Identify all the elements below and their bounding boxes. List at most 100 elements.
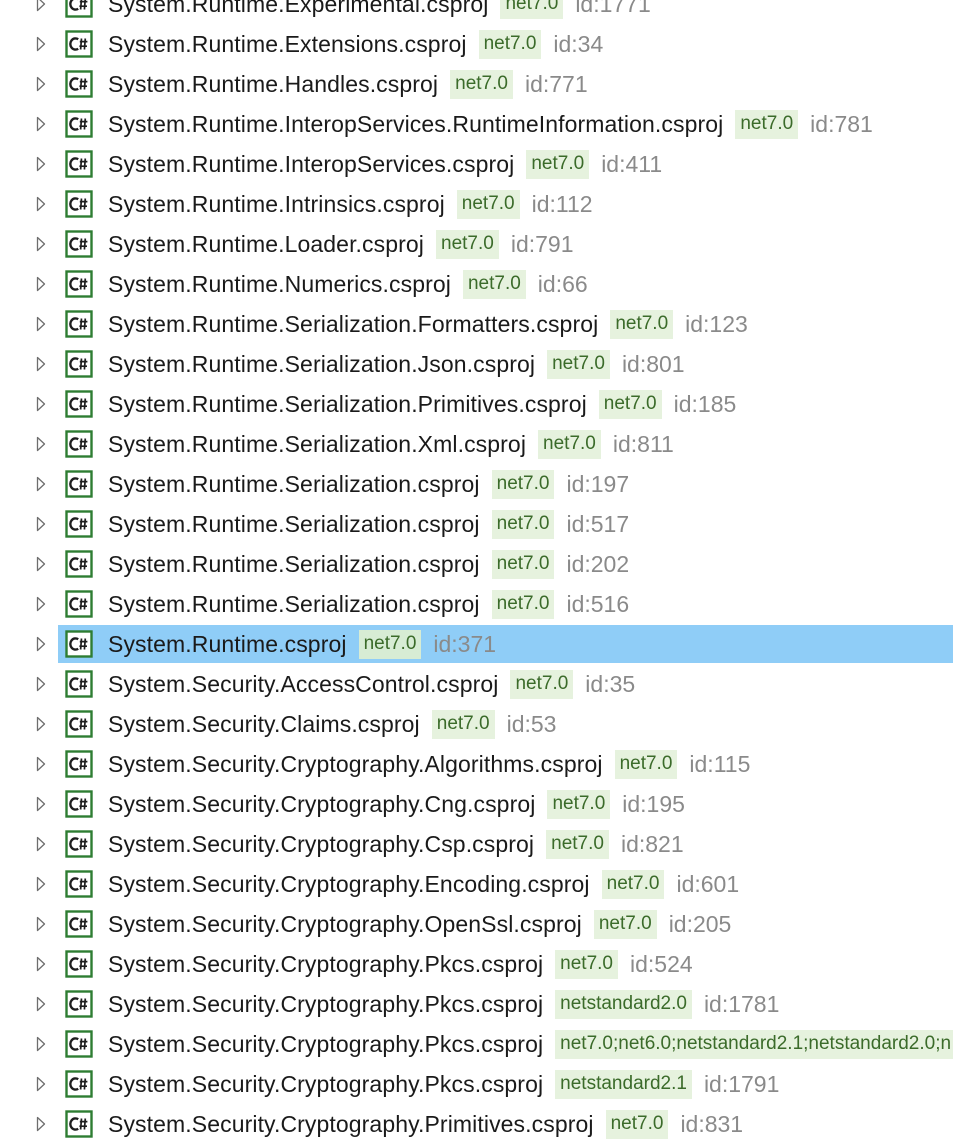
expand-arrow-icon[interactable]: [36, 1036, 46, 1052]
expand-arrow-icon[interactable]: [36, 1076, 46, 1092]
row-content: System.Runtime.Serialization.Formatters.…: [108, 304, 748, 344]
tree-row[interactable]: System.Runtime.Serialization.Xml.csproj …: [0, 424, 953, 464]
csharp-project-icon: [65, 310, 93, 338]
row-content: System.Runtime.Intrinsics.csproj net7.0 …: [108, 184, 593, 224]
project-id: id:123: [685, 310, 748, 337]
expand-arrow-icon[interactable]: [36, 196, 46, 212]
tree-row[interactable]: System.Runtime.Experimental.csproj net7.…: [0, 0, 953, 24]
project-id: id:791: [510, 230, 574, 257]
expand-arrow-icon[interactable]: [36, 276, 46, 292]
expand-arrow-icon[interactable]: [36, 116, 46, 132]
tree-row[interactable]: System.Runtime.Serialization.Primitives.…: [0, 384, 953, 424]
project-name: System.Runtime.Handles.csproj: [108, 70, 439, 97]
row-content: System.Security.Cryptography.Pkcs.csproj…: [108, 1024, 953, 1064]
csharp-project-icon: [65, 70, 93, 98]
expand-arrow-icon[interactable]: [36, 516, 46, 532]
expand-arrow-icon[interactable]: [36, 676, 46, 692]
expand-arrow-icon[interactable]: [36, 756, 46, 772]
row-content: System.Runtime.Loader.csproj net7.0 id:7…: [108, 224, 574, 264]
tree-row[interactable]: System.Security.Cryptography.Csp.csproj …: [0, 824, 953, 864]
expand-arrow-icon[interactable]: [36, 796, 46, 812]
tree-row[interactable]: System.Runtime.Serialization.Formatters.…: [0, 304, 953, 344]
csharp-project-icon: [65, 230, 93, 258]
tree-row[interactable]: System.Runtime.Extensions.csproj net7.0 …: [0, 24, 953, 64]
csharp-project-icon: [65, 590, 93, 618]
expand-arrow-icon[interactable]: [36, 916, 46, 932]
tree-row[interactable]: System.Runtime.Serialization.Json.csproj…: [0, 344, 953, 384]
csharp-project-icon: [65, 1070, 93, 1098]
tree-row[interactable]: System.Runtime.Intrinsics.csproj net7.0 …: [0, 184, 953, 224]
framework-tag: net7.0;net6.0;netstandard2.1;netstandard…: [555, 1029, 953, 1059]
tree-row[interactable]: System.Security.Cryptography.Pkcs.csproj…: [0, 1064, 953, 1104]
expand-arrow-icon[interactable]: [36, 876, 46, 892]
expand-arrow-icon[interactable]: [36, 1116, 46, 1132]
tree-row[interactable]: System.Security.Cryptography.Algorithms.…: [0, 744, 953, 784]
expand-arrow-icon[interactable]: [36, 396, 46, 412]
framework-tag: net7.0: [436, 229, 499, 259]
csharp-project-icon: [65, 830, 93, 858]
expand-arrow-icon[interactable]: [36, 956, 46, 972]
framework-tag: net7.0: [555, 949, 618, 979]
row-content: System.Runtime.InteropServices.csproj ne…: [108, 144, 662, 184]
row-content: System.Security.Cryptography.Pkcs.csproj…: [108, 944, 693, 984]
tree-row[interactable]: System.Runtime.csproj net7.0 id:371: [0, 624, 953, 664]
csharp-project-icon: [65, 110, 93, 138]
project-name: System.Security.Cryptography.Algorithms.…: [108, 750, 603, 777]
row-content: System.Runtime.Serialization.Json.csproj…: [108, 344, 685, 384]
expand-arrow-icon[interactable]: [36, 636, 46, 652]
expand-arrow-icon[interactable]: [36, 0, 46, 12]
row-content: System.Security.Cryptography.Algorithms.…: [108, 744, 750, 784]
csharp-project-icon: [65, 630, 93, 658]
tree-row[interactable]: System.Security.Cryptography.Cng.csproj …: [0, 784, 953, 824]
csharp-project-icon: [65, 30, 93, 58]
expand-arrow-icon[interactable]: [36, 596, 46, 612]
expand-arrow-icon[interactable]: [36, 36, 46, 52]
expand-arrow-icon[interactable]: [36, 716, 46, 732]
expand-arrow-icon[interactable]: [36, 476, 46, 492]
tree-row[interactable]: System.Runtime.Serialization.csproj net7…: [0, 464, 953, 504]
csharp-project-icon: [65, 750, 93, 778]
framework-tag: net7.0: [510, 669, 574, 699]
row-content: System.Security.Cryptography.Encoding.cs…: [108, 864, 739, 904]
framework-tag: net7.0: [478, 29, 542, 59]
expand-arrow-icon[interactable]: [36, 76, 46, 92]
tree-row[interactable]: System.Security.Cryptography.OpenSsl.csp…: [0, 904, 953, 944]
tree-row[interactable]: System.Runtime.InteropServices.csproj ne…: [0, 144, 953, 184]
tree-row[interactable]: System.Runtime.Numerics.csproj net7.0 id…: [0, 264, 953, 304]
tree-row[interactable]: System.Security.Claims.csproj net7.0 id:…: [0, 704, 953, 744]
framework-tag: net7.0: [431, 709, 495, 739]
expand-arrow-icon[interactable]: [36, 556, 46, 572]
framework-tag: net7.0: [491, 469, 555, 499]
expand-arrow-icon[interactable]: [36, 436, 46, 452]
tree-row[interactable]: System.Runtime.Loader.csproj net7.0 id:7…: [0, 224, 953, 264]
project-id: id:516: [566, 590, 630, 617]
expand-arrow-icon[interactable]: [36, 836, 46, 852]
tree-row[interactable]: System.Runtime.Serialization.csproj net7…: [0, 504, 953, 544]
expand-arrow-icon[interactable]: [36, 236, 46, 252]
csharp-project-icon: [65, 0, 93, 18]
row-content: System.Runtime.Serialization.csproj net7…: [108, 584, 629, 624]
tree-row[interactable]: System.Runtime.Serialization.csproj net7…: [0, 584, 953, 624]
row-content: System.Runtime.csproj net7.0 id:371: [108, 624, 496, 664]
tree-row[interactable]: System.Runtime.Serialization.csproj net7…: [0, 544, 953, 584]
tree-row[interactable]: System.Runtime.Handles.csproj net7.0 id:…: [0, 64, 953, 104]
csharp-project-icon: [65, 1110, 93, 1138]
expand-arrow-icon[interactable]: [36, 356, 46, 372]
project-id: id:601: [676, 870, 740, 897]
project-name: System.Security.Cryptography.Pkcs.csproj: [108, 1030, 544, 1057]
tree-row[interactable]: System.Security.Cryptography.Pkcs.csproj…: [0, 1024, 953, 1064]
tree-row[interactable]: System.Security.Cryptography.Pkcs.csproj…: [0, 944, 953, 984]
tree-row[interactable]: System.Security.Cryptography.Primitives.…: [0, 1104, 953, 1144]
project-name: System.Security.Cryptography.Pkcs.csproj: [108, 990, 544, 1017]
framework-tag: net7.0: [601, 869, 665, 899]
tree-row[interactable]: System.Security.AccessControl.csproj net…: [0, 664, 953, 704]
expand-arrow-icon[interactable]: [36, 316, 46, 332]
project-name: System.Runtime.Serialization.Xml.csproj: [108, 430, 527, 457]
tree-row[interactable]: System.Runtime.InteropServices.RuntimeIn…: [0, 104, 953, 144]
tree-row[interactable]: System.Security.Cryptography.Pkcs.csproj…: [0, 984, 953, 1024]
expand-arrow-icon[interactable]: [36, 996, 46, 1012]
framework-tag: net7.0: [462, 269, 526, 299]
csharp-project-icon: [65, 950, 93, 978]
tree-row[interactable]: System.Security.Cryptography.Encoding.cs…: [0, 864, 953, 904]
expand-arrow-icon[interactable]: [36, 156, 46, 172]
